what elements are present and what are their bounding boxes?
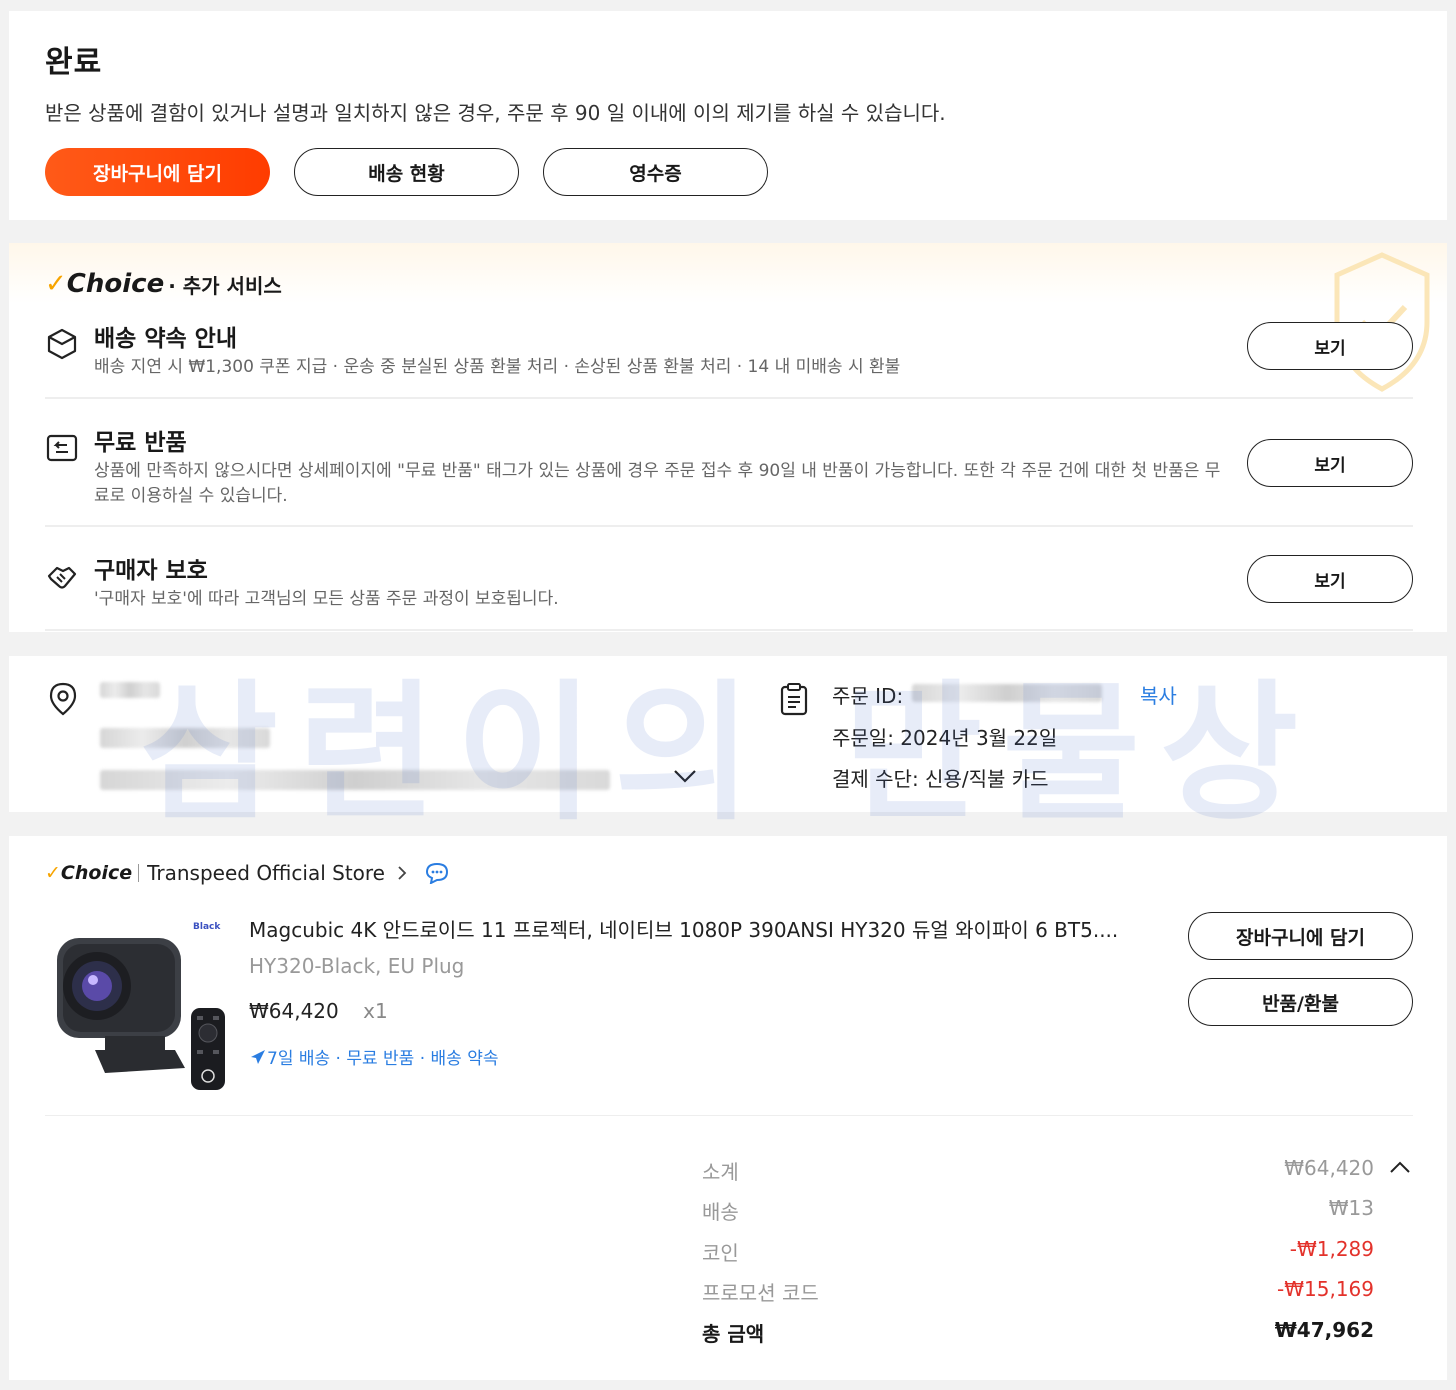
clipboard-icon xyxy=(780,683,808,716)
summary-subtotal: 소계 ₩64,420 xyxy=(702,1156,1374,1185)
product-price: ₩64,420 xyxy=(249,999,339,1023)
product-add-to-cart-button[interactable]: 장바구니에 담기 xyxy=(1188,912,1413,960)
product-sku: HY320-Black, EU Plug xyxy=(249,954,465,978)
summary-shipping: 배송 ₩13 xyxy=(702,1196,1374,1225)
divider xyxy=(45,1115,1413,1116)
copy-order-id-link[interactable]: 복사 xyxy=(1140,680,1177,709)
service-name: 무료 반품 xyxy=(94,430,187,456)
recipient-name-redacted xyxy=(100,682,160,698)
product-card: ✓ Choice Transpeed Official Store Black xyxy=(9,836,1447,1380)
service-buyer-protection: 구매자 보호 '구매자 보호'에 따라 고객님의 모든 상품 주문 과정이 보호… xyxy=(45,551,1413,611)
view-button[interactable]: 보기 xyxy=(1247,439,1413,487)
summary-label: 코인 xyxy=(702,1241,739,1265)
handshake-icon xyxy=(47,566,77,589)
chevron-right-icon[interactable] xyxy=(397,865,407,881)
service-name: 배송 약속 안내 xyxy=(94,326,237,352)
product-title[interactable]: Magcubic 4K 안드로이드 11 프로젝터, 네이티브 1080P 39… xyxy=(249,914,1118,943)
service-text: '구매자 보호'에 따라 고객님의 모든 상품 주문 과정이 보호됩니다. xyxy=(94,589,559,609)
summary-value: -₩15,169 xyxy=(1277,1277,1374,1301)
projector-image: Black xyxy=(57,922,225,1090)
divider xyxy=(45,629,1413,631)
view-button[interactable]: 보기 xyxy=(1247,322,1413,370)
phone-redacted xyxy=(100,728,270,748)
summary-value: ₩64,420 xyxy=(1284,1156,1374,1180)
view-button[interactable]: 보기 xyxy=(1247,555,1413,603)
product-thumbnail[interactable]: Black xyxy=(45,908,229,1092)
summary-coins: 코인 -₩1,289 xyxy=(702,1237,1374,1266)
summary-label: 총 금액 xyxy=(702,1322,765,1346)
product-tags-text: 7일 배송 · 무료 반품 · 배송 약속 xyxy=(267,1049,499,1069)
service-free-return: 무료 반품 상품에 만족하지 않으시다면 상세페이지에 "무료 반품" 태그가 … xyxy=(45,423,1413,506)
tracking-button[interactable]: 배송 현황 xyxy=(294,148,519,196)
choice-services-card: ✓ Choice · 추가 서비스 배송 약속 안내 배송 지연 시 ₩1,30… xyxy=(9,243,1447,632)
order-info-card: 주문 ID: 복사 주문일: 2024년 3월 22일 결제 수단: 신용/직불… xyxy=(742,656,1447,812)
summary-label: 프로모션 코드 xyxy=(702,1281,819,1305)
service-text: 배송 지연 시 ₩1,300 쿠폰 지급 · 운송 중 분실된 상품 환불 처리… xyxy=(94,357,901,377)
status-title: 완료 xyxy=(45,45,103,80)
receipt-button[interactable]: 영수증 xyxy=(543,148,768,196)
divider xyxy=(45,397,1413,399)
chevron-down-icon[interactable] xyxy=(673,768,697,784)
summary-value: -₩1,289 xyxy=(1289,1237,1374,1261)
order-id-label: 주문 ID: xyxy=(832,684,904,708)
summary-promo-code: 프로모션 코드 -₩15,169 xyxy=(702,1277,1374,1306)
summary-label: 소계 xyxy=(702,1160,739,1184)
address-redacted xyxy=(100,770,610,790)
service-delivery-promise: 배송 약속 안내 배송 지연 시 ₩1,300 쿠폰 지급 · 운송 중 분실된… xyxy=(45,319,1413,379)
summary-label: 배송 xyxy=(702,1200,739,1224)
summary-value: ₩13 xyxy=(1328,1196,1374,1220)
service-name: 구매자 보호 xyxy=(94,558,208,584)
service-text: 상품에 만족하지 않으시다면 상세페이지에 "무료 반품" 태그가 있는 상품에… xyxy=(94,461,1221,506)
divider xyxy=(45,525,1413,527)
summary-total: 총 금액 ₩47,962 xyxy=(702,1318,1374,1347)
product-tags: 7일 배송 · 무료 반품 · 배송 약속 xyxy=(249,1044,499,1069)
choice-header: ✓ Choice · 추가 서비스 xyxy=(45,269,282,299)
payment-method: 결제 수단: 신용/직불 카드 xyxy=(832,767,1049,791)
refund-button[interactable]: 반품/환불 xyxy=(1188,978,1413,1026)
return-icon xyxy=(46,434,78,462)
box-icon xyxy=(47,328,77,360)
choice-logo: Choice xyxy=(66,269,165,299)
shipping-address-card xyxy=(9,656,742,812)
thumb-label: Black xyxy=(193,922,221,932)
check-icon: ✓ xyxy=(45,269,67,299)
choice-logo: Choice xyxy=(60,862,133,884)
add-to-cart-button[interactable]: 장바구니에 담기 xyxy=(45,148,270,196)
status-description: 받은 상품에 결함이 있거나 설명과 일치하지 않은 경우, 주문 후 90 일… xyxy=(45,101,946,125)
chevron-up-icon[interactable] xyxy=(1389,1160,1411,1174)
order-id-redacted xyxy=(912,684,1102,702)
order-date: 주문일: 2024년 3월 22일 xyxy=(832,726,1058,750)
product-price-row: ₩64,420 x1 xyxy=(249,999,388,1023)
location-pin-icon xyxy=(49,682,77,716)
product-quantity: x1 xyxy=(363,999,388,1023)
store-name[interactable]: Transpeed Official Store xyxy=(138,863,385,883)
chat-icon[interactable] xyxy=(425,862,449,884)
order-status-card: 완료 받은 상품에 결함이 있거나 설명과 일치하지 않은 경우, 주문 후 9… xyxy=(9,11,1447,220)
store-header[interactable]: ✓ Choice Transpeed Official Store xyxy=(45,862,449,884)
plane-icon xyxy=(251,1049,265,1064)
check-icon: ✓ xyxy=(45,862,61,884)
choice-subtitle: · 추가 서비스 xyxy=(168,273,282,298)
summary-value: ₩47,962 xyxy=(1274,1318,1374,1342)
